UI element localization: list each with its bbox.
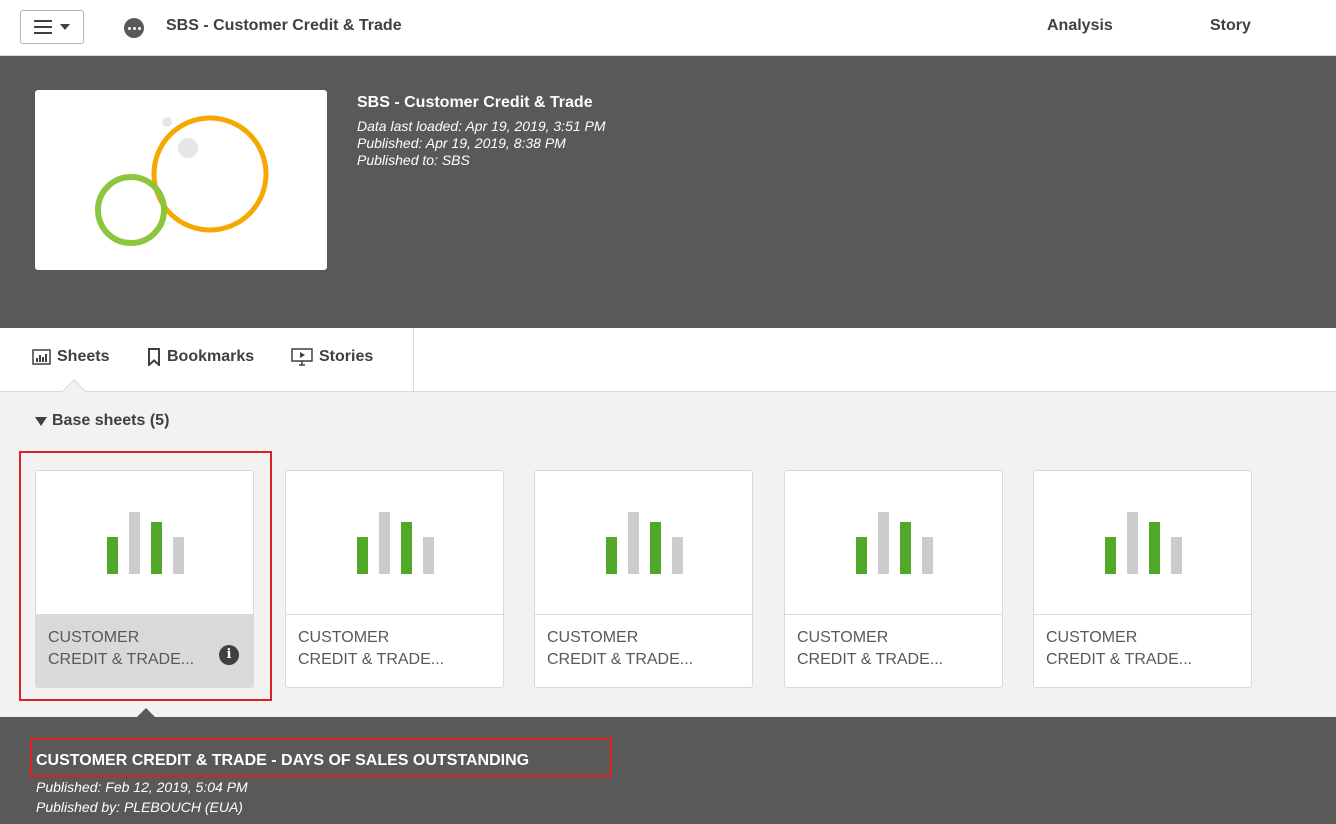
sheet-title-line: CUSTOMER [547, 629, 639, 646]
sheet-detail-published: Published: Feb 12, 2019, 5:04 PM [36, 779, 248, 795]
sheet-title-line: CREDIT & TRADE... [547, 651, 694, 668]
sheet-bar-chart-icon [357, 512, 437, 574]
app-published: Published: Apr 19, 2019, 8:38 PM [357, 135, 566, 151]
sheet-card[interactable]: CUSTOMER CREDIT & TRADE... [534, 470, 753, 688]
hamburger-menu-icon [34, 20, 52, 34]
app-logo-icon [95, 115, 269, 246]
sheet-bar-chart-icon [606, 512, 686, 574]
content-tabs: Sheets Bookmarks Stories [0, 328, 1336, 392]
sheets-chart-icon [32, 349, 51, 365]
sheet-thumbnail [1034, 471, 1251, 614]
sheet-title-line: CUSTOMER [1046, 629, 1138, 646]
sheet-card[interactable]: CUSTOMER CREDIT & TRADE... [285, 470, 504, 688]
sheet-title: CUSTOMER CREDIT & TRADE... [286, 614, 503, 687]
app-header: SBS - Customer Credit & Trade Data last … [0, 56, 1336, 328]
app-published-to: Published to: SBS [357, 152, 470, 168]
app-info: SBS - Customer Credit & Trade Data last … [357, 94, 606, 169]
sheet-thumbnail [785, 471, 1002, 614]
sheet-title-line: CUSTOMER [298, 629, 390, 646]
base-sheets-title: Base sheets (5) [52, 412, 170, 429]
app-title: SBS - Customer Credit & Trade [166, 17, 402, 34]
bookmark-icon [148, 348, 160, 366]
app-thumbnail [35, 90, 327, 270]
tab-stories-label: Stories [319, 348, 374, 365]
tab-stories[interactable]: Stories [291, 348, 373, 366]
sheet-title-line: CREDIT & TRADE... [1046, 651, 1193, 668]
tab-bookmarks-label: Bookmarks [167, 348, 255, 365]
triangle-down-icon [35, 416, 47, 426]
base-sheets-toggle[interactable]: Base sheets (5) [35, 412, 169, 430]
tab-sheets[interactable]: Sheets [32, 348, 109, 366]
sheet-title: CUSTOMER CREDIT & TRADE... [785, 614, 1002, 687]
sheet-title-line: CUSTOMER [797, 629, 889, 646]
sheet-title-line: CREDIT & TRADE... [298, 651, 445, 668]
sheet-card[interactable]: CUSTOMER CREDIT & TRADE... [784, 470, 1003, 688]
tab-bookmarks[interactable]: Bookmarks [147, 348, 254, 366]
sheet-title-line: CREDIT & TRADE... [797, 651, 944, 668]
stories-presentation-icon [291, 348, 313, 366]
global-menu-button[interactable] [20, 10, 84, 44]
sheet-thumbnail [286, 471, 503, 614]
app-last-loaded: Data last loaded: Apr 19, 2019, 3:51 PM [357, 118, 606, 134]
sheet-detail-published-by: Published by: PLEBOUCH (EUA) [36, 799, 243, 815]
more-dots-icon[interactable] [124, 18, 144, 38]
sheet-bar-chart-icon [856, 512, 936, 574]
title-highlight [30, 738, 612, 777]
analysis-link[interactable]: Analysis [1047, 17, 1113, 35]
story-link[interactable]: Story [1210, 17, 1251, 35]
sheet-thumbnail [535, 471, 752, 614]
app-name: SBS - Customer Credit & Trade [357, 94, 593, 111]
sheet-title: CUSTOMER CREDIT & TRADE... [535, 614, 752, 687]
selection-highlight [19, 451, 272, 701]
chevron-down-icon [60, 24, 70, 30]
tab-sheets-label: Sheets [57, 348, 110, 365]
tab-group: Sheets Bookmarks Stories [0, 328, 414, 392]
sheet-card[interactable]: CUSTOMER CREDIT & TRADE... [1033, 470, 1252, 688]
top-bar: SBS - Customer Credit & Trade Analysis S… [0, 0, 1336, 56]
sheet-bar-chart-icon [1105, 512, 1185, 574]
sheet-title: CUSTOMER CREDIT & TRADE... [1034, 614, 1251, 687]
